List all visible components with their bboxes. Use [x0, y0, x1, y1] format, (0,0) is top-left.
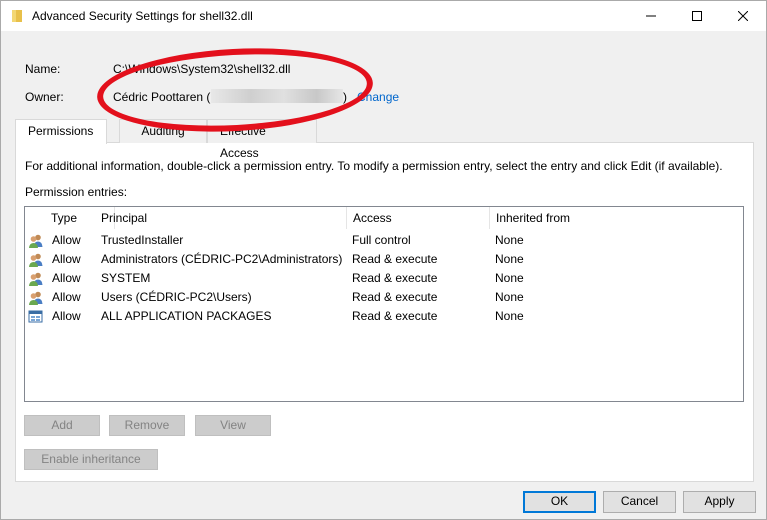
app-packages-icon [28, 309, 44, 325]
enable-inheritance-button[interactable]: Enable inheritance [24, 449, 158, 470]
close-icon [738, 11, 748, 21]
row-access: Read & execute [352, 309, 438, 323]
row-inherited: None [495, 271, 524, 285]
cancel-button[interactable]: Cancel [603, 491, 676, 513]
advanced-security-window: Advanced Security Settings for shell32.d… [0, 0, 767, 520]
list-header: Type Principal Access Inherited from [25, 207, 743, 229]
close-button[interactable] [720, 1, 766, 31]
add-button[interactable]: Add [24, 415, 100, 436]
minimize-button[interactable] [628, 1, 674, 31]
column-header-access[interactable]: Access [347, 207, 490, 229]
user-group-icon [28, 290, 44, 306]
row-access: Read & execute [352, 271, 438, 285]
user-group-icon [28, 271, 44, 287]
row-principal: SYSTEM [101, 271, 151, 285]
row-principal: Users (CÉDRIC-PC2\Users) [101, 290, 252, 304]
row-principal: TrustedInstaller [101, 233, 184, 247]
table-row[interactable]: Allow SYSTEM Read & execute None [25, 269, 743, 288]
row-inherited: None [495, 233, 524, 247]
row-principal: ALL APPLICATION PACKAGES [101, 309, 272, 323]
column-header-principal[interactable]: Principal [95, 207, 347, 229]
row-type: Allow [52, 271, 81, 285]
view-button[interactable]: View [195, 415, 271, 436]
row-principal: Administrators (CÉDRIC-PC2\Administrator… [101, 252, 343, 266]
row-inherited: None [495, 309, 524, 323]
table-row[interactable]: Allow TrustedInstaller Full control None [25, 231, 743, 250]
table-row[interactable]: Allow Users (CÉDRIC-PC2\Users) Read & ex… [25, 288, 743, 307]
title-bar[interactable]: Advanced Security Settings for shell32.d… [1, 1, 766, 31]
window-title: Advanced Security Settings for shell32.d… [32, 9, 253, 23]
row-inherited: None [495, 290, 524, 304]
user-group-icon [28, 233, 44, 249]
row-inherited: None [495, 252, 524, 266]
table-row[interactable]: Allow ALL APPLICATION PACKAGES Read & ex… [25, 307, 743, 326]
annotation-ellipse [95, 41, 375, 139]
permission-entries-label: Permission entries: [25, 185, 128, 199]
maximize-icon [692, 11, 702, 21]
owner-label: Owner: [25, 90, 64, 104]
row-access: Read & execute [352, 290, 438, 304]
row-access: Full control [352, 233, 411, 247]
maximize-button[interactable] [674, 1, 720, 31]
folder-icon [9, 8, 25, 24]
row-type: Allow [52, 309, 81, 323]
row-type: Allow [52, 290, 81, 304]
minimize-icon [646, 15, 656, 17]
user-group-icon [28, 252, 44, 268]
ok-button[interactable]: OK [523, 491, 596, 513]
name-label: Name: [25, 62, 61, 76]
permission-entries-list[interactable]: Type Principal Access Inherited from All… [24, 206, 744, 402]
column-header-inherited-from[interactable]: Inherited from [490, 207, 743, 229]
row-type: Allow [52, 233, 81, 247]
permissions-info-text: For additional information, double-click… [25, 159, 723, 173]
apply-button[interactable]: Apply [683, 491, 756, 513]
row-access: Read & execute [352, 252, 438, 266]
row-type: Allow [52, 252, 81, 266]
tab-permissions[interactable]: Permissions [15, 119, 107, 144]
table-row[interactable]: Allow Administrators (CÉDRIC-PC2\Adminis… [25, 250, 743, 269]
remove-button[interactable]: Remove [109, 415, 185, 436]
